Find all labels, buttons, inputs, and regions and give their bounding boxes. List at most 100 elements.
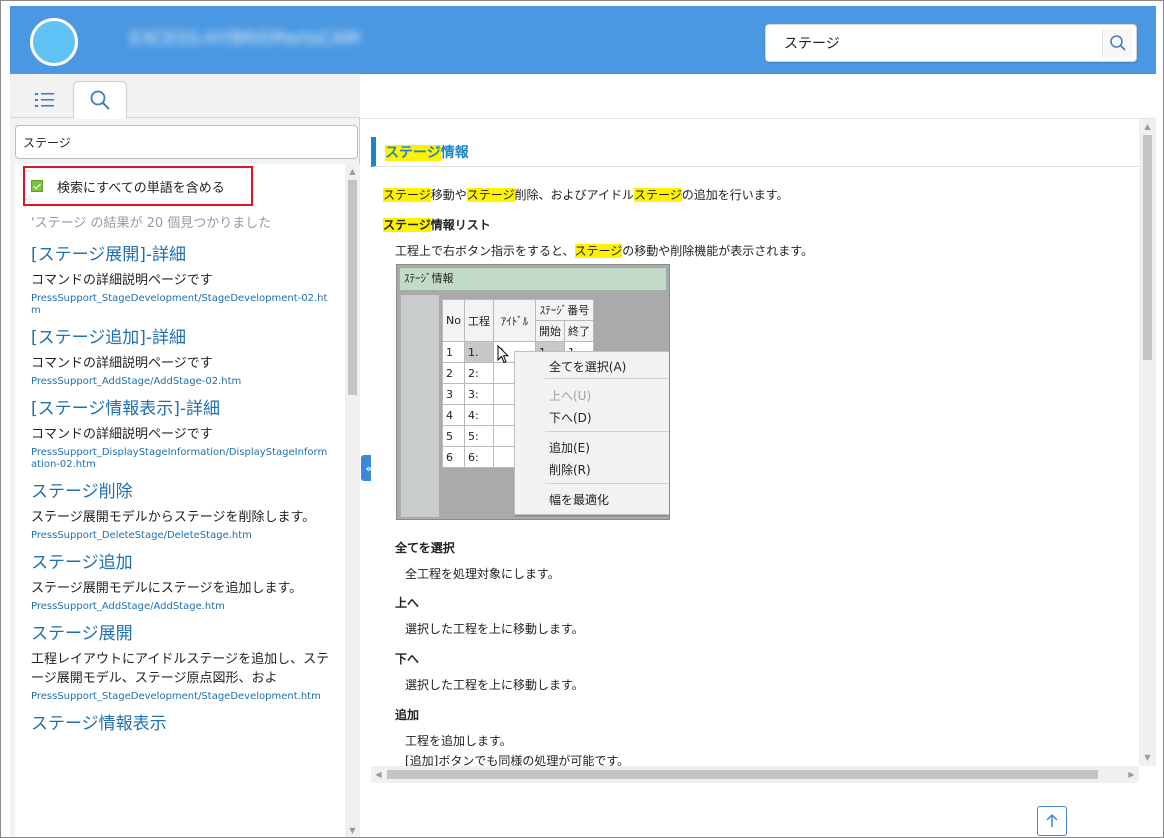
scroll-up-arrow-icon[interactable]: ▲: [1142, 121, 1153, 133]
list-heading: ステージ情報リスト: [383, 216, 491, 233]
cell: 6: [442, 446, 465, 468]
search-icon: [90, 90, 110, 110]
cell: 2:: [463, 362, 494, 384]
result-desc: コマンドの詳細説明ページです: [31, 427, 213, 442]
result-url[interactable]: PressSupport_AddStage/AddStage.htm: [31, 601, 331, 613]
topic-title-rest: 情報: [440, 144, 469, 161]
list-description: 工程上で右ボタン指示をすると、ステージの移動や削除機能が表示されます。: [395, 242, 813, 259]
result-item: ステージ情報表示: [31, 713, 331, 735]
highlight: ステージ: [574, 244, 623, 258]
cell: 3:: [463, 383, 494, 405]
result-url[interactable]: PressSupport_StageDevelopment/StageDevel…: [31, 691, 331, 703]
vertical-scroll-thumb[interactable]: [1143, 135, 1152, 360]
content-vertical-scrollbar[interactable]: ▲ ▼: [1139, 119, 1156, 766]
scroll-up-arrow-icon[interactable]: ▲: [347, 166, 358, 178]
result-url[interactable]: PressSupport_StageDevelopment/StageDevel…: [31, 293, 331, 317]
highlight: ステージ: [383, 218, 431, 232]
result-item: [ステージ追加]-詳細 コマンドの詳細説明ページです PressSupport_…: [31, 327, 331, 388]
left-search-input[interactable]: [15, 125, 358, 159]
left-scrollbar[interactable]: ▲ ▼: [345, 164, 360, 837]
scroll-right-arrow-icon[interactable]: ▶: [1126, 769, 1137, 781]
result-title-link[interactable]: [ステージ追加]-詳細: [31, 327, 331, 349]
match-all-option[interactable]: 検索にすべての単語を含める: [23, 166, 253, 206]
left-scroll-thumb[interactable]: [348, 180, 357, 395]
result-title-link[interactable]: [ステージ情報表示]-詳細: [31, 398, 331, 420]
intro-paragraph: ステージ移動やステージ削除、およびアイドルステージの追加を行います。: [383, 186, 789, 203]
topic-content: ステージ情報 ステージ移動やステージ削除、およびアイドルステージの追加を行います…: [371, 119, 1139, 766]
context-menu: 全てを選択(A) 上へ(U) 下へ(D) 追加(E) 削除(R) 幅を最適化: [514, 351, 669, 515]
result-desc: コマンドの詳細説明ページです: [31, 356, 213, 371]
content-toolbar: [361, 74, 1156, 119]
result-item: [ステージ情報表示]-詳細 コマンドの詳細説明ページです PressSuppor…: [31, 398, 331, 471]
text: 情報リスト: [430, 218, 491, 232]
result-desc: 工程レイアウトにアイドルステージを追加し、ステージ展開モデル、ステージ原点図形、…: [31, 652, 330, 686]
item-term: 上へ: [395, 596, 420, 610]
text: 工程上で右ボタン指示をすると、: [395, 244, 575, 258]
cell: 2: [442, 362, 465, 384]
cell: 5:: [463, 425, 494, 447]
cell: 6:: [463, 446, 494, 468]
cell[interactable]: 1.: [463, 341, 494, 363]
horizontal-scroll-thumb[interactable]: [387, 770, 1098, 779]
menu-item-up[interactable]: 上へ(U): [549, 387, 591, 404]
mouse-cursor-icon: [497, 345, 510, 364]
result-list: [ステージ展開]-詳細 コマンドの詳細説明ページです PressSupport_…: [31, 244, 331, 745]
stage-info-screenshot: ｽﾃｰｼﾞ情報 No 工程 ｱｲﾄﾞﾙ ｽﾃｰｼﾞ番号 開始 終了 1 1. 2…: [396, 264, 670, 520]
list-icon: [35, 93, 54, 107]
scroll-down-arrow-icon[interactable]: ▼: [347, 825, 358, 837]
scroll-left-arrow-icon[interactable]: ◀: [373, 769, 384, 781]
dialog-sidebar: [401, 295, 439, 517]
menu-item-select-all[interactable]: 全てを選択(A): [549, 358, 626, 375]
col-end: 終了: [563, 320, 594, 342]
menu-item-delete[interactable]: 削除(R): [549, 461, 591, 478]
match-all-label: 検索にすべての単語を含める: [57, 180, 225, 196]
result-desc: コマンドの詳細説明ページです: [31, 273, 213, 288]
header-bar: EXCESS-HYBRIDPartsCAM: [10, 6, 1156, 74]
menu-item-fit-width[interactable]: 幅を最適化: [549, 491, 609, 508]
result-url[interactable]: PressSupport_DisplayStageInformation/Dis…: [31, 447, 331, 471]
cell: 3: [442, 383, 465, 405]
result-url[interactable]: PressSupport_AddStage/AddStage-02.htm: [31, 376, 331, 388]
result-desc: ステージ展開モデルからステージを削除します。: [31, 510, 316, 525]
col-process: 工程: [463, 299, 494, 342]
match-all-checkbox[interactable]: [31, 180, 43, 192]
item-term: 下へ: [395, 652, 420, 666]
item-desc: 選択した工程を上に移動します。: [405, 678, 584, 692]
logo[interactable]: [30, 18, 78, 66]
cell: 4: [442, 404, 465, 426]
topic-title: ステージ情報: [371, 137, 1139, 167]
text: の追加を行います。: [681, 188, 789, 202]
result-title-link[interactable]: ステージ情報表示: [31, 713, 331, 735]
scroll-to-top-button[interactable]: [1037, 806, 1067, 836]
result-title-link[interactable]: ステージ追加: [31, 552, 331, 574]
menu-item-down[interactable]: 下へ(D): [549, 409, 592, 426]
menu-item-add[interactable]: 追加(E): [549, 439, 590, 456]
scroll-down-arrow-icon[interactable]: ▼: [1142, 752, 1153, 764]
search-results: 検索にすべての単語を含める 'ステージ の結果が 20 個見つかりました [ステ…: [15, 164, 345, 837]
highlight: ステージ: [633, 188, 682, 202]
result-item: ステージ追加 ステージ展開モデルにステージを追加します。 PressSuppor…: [31, 552, 331, 613]
left-panel: 検索にすべての単語を含める 'ステージ の結果が 20 個見つかりました [ステ…: [10, 74, 360, 837]
text: 削除、およびアイドル: [514, 188, 634, 202]
dialog-title: ｽﾃｰｼﾞ情報: [399, 267, 667, 291]
col-start: 開始: [534, 320, 565, 342]
result-url[interactable]: PressSupport_DeleteStage/DeleteStage.htm: [31, 530, 331, 542]
header-search-button[interactable]: [1102, 29, 1132, 57]
result-title-link[interactable]: [ステージ展開]-詳細: [31, 244, 331, 266]
result-desc: ステージ展開モデルにステージを追加します。: [31, 581, 303, 596]
cell: 5: [442, 425, 465, 447]
item-desc: 全工程を処理対象にします。: [405, 567, 560, 581]
menu-separator: [545, 483, 669, 484]
result-title-link[interactable]: ステージ削除: [31, 481, 331, 503]
item-desc: 工程を追加します。: [405, 734, 512, 748]
col-no: No: [442, 299, 465, 342]
content-horizontal-scrollbar[interactable]: ◀ ▶: [371, 766, 1139, 783]
item-term: 全てを選択: [395, 541, 455, 555]
tab-contents[interactable]: [18, 81, 72, 119]
header-search-box: [765, 24, 1137, 62]
header-search-input[interactable]: [774, 30, 1096, 56]
cell: 4:: [463, 404, 494, 426]
text: 移動や: [430, 188, 467, 202]
result-title-link[interactable]: ステージ展開: [31, 623, 331, 645]
tab-search[interactable]: [73, 81, 127, 119]
